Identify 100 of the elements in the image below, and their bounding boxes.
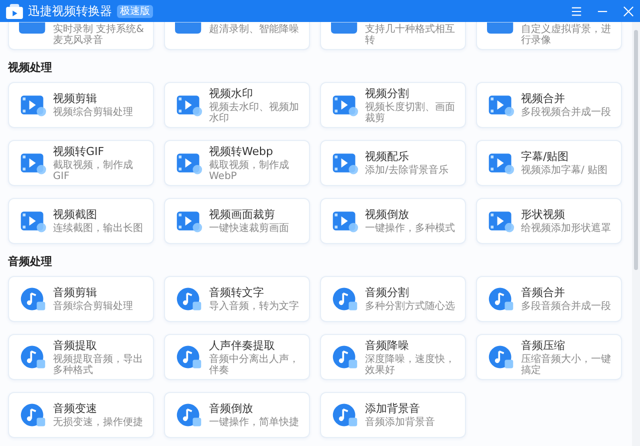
tool-card[interactable]: 音频提取 视频提取音频，导出多种格式 — [8, 334, 154, 380]
tool-description: 深度降噪，速度快，效果好 — [365, 354, 456, 376]
tool-title: 形状视频 — [521, 208, 566, 222]
tool-card[interactable]: 形状视频 给视频添加形状遮罩 — [476, 198, 622, 244]
tool-card[interactable]: 视频倒放 一键操作，多种模式 — [320, 198, 466, 244]
tool-description: 多种分割方式随心选 — [365, 301, 455, 312]
tool-title: 音频剪辑 — [53, 286, 98, 300]
tool-description: 音频添加背景音 — [365, 417, 435, 428]
tool-card[interactable]: 音频转文字 导入音频，转为文字 — [164, 276, 310, 322]
music-disc-icon — [175, 285, 203, 313]
tool-icon — [331, 22, 359, 34]
tool-card[interactable]: 视频转Webp 截取视频，制作成WebP — [164, 140, 310, 186]
tool-card[interactable]: 支持几十种格式相互转 — [320, 22, 466, 50]
tool-title: 字幕/贴图 — [521, 150, 570, 164]
tool-description: 一键快速裁剪画面 — [209, 223, 289, 234]
tool-card[interactable]: 视频合并 多段视频合并成一段 — [476, 82, 622, 128]
tool-description: 视频去水印、视频加水印 — [209, 102, 300, 124]
tool-description: 多段视频合并成一段 — [521, 107, 611, 118]
tool-title: 视频剪辑 — [53, 92, 98, 106]
tool-card[interactable]: 音频降噪 深度降噪，速度快，效果好 — [320, 334, 466, 380]
tool-card[interactable]: 添加背景音 音频添加背景音 — [320, 392, 466, 438]
tool-title: 视频转Webp — [209, 144, 274, 158]
tool-description: 视频长度切割、画面裁剪 — [365, 102, 456, 124]
tool-card[interactable]: 视频配乐 添加/去除背景音乐 — [320, 140, 466, 186]
section-heading: 视频处理 — [8, 60, 53, 76]
tool-card[interactable]: 自定义虚拟背景，进行录像 — [476, 22, 622, 50]
tool-title: 视频配乐 — [365, 150, 410, 164]
tool-card[interactable]: 字幕/贴图 视频添加字幕/ 贴图 — [476, 140, 622, 186]
tool-card[interactable]: 音频剪辑 音频综合剪辑处理 — [8, 276, 154, 322]
tool-card[interactable]: 视频剪辑 视频综合剪辑处理 — [8, 82, 154, 128]
window-title: 迅捷视频转换器 — [28, 2, 112, 20]
section-heading: 音频处理 — [8, 254, 53, 270]
scrollbar-thumb[interactable] — [634, 30, 638, 270]
scrollbar[interactable] — [632, 22, 640, 446]
tool-title: 视频转GIF — [53, 144, 106, 158]
tool-description: 视频提取音频，导出多种格式 — [53, 354, 144, 376]
tool-card[interactable]: 人声伴奏提取 音频中分离出人声，伴奏 — [164, 334, 310, 380]
tool-title: 视频倒放 — [365, 208, 410, 222]
tool-title: 音频分割 — [365, 286, 410, 300]
tool-description: 截取视频，制作成GIF — [53, 160, 134, 182]
close-icon[interactable] — [623, 6, 634, 16]
app-logo-icon — [6, 4, 23, 18]
music-disc-icon — [487, 285, 515, 313]
music-disc-icon — [19, 343, 47, 371]
tool-title: 音频降噪 — [365, 338, 410, 352]
music-disc-icon — [331, 343, 359, 371]
music-disc-icon — [19, 401, 47, 429]
tool-title: 音频变速 — [53, 402, 98, 416]
tool-title: 人声伴奏提取 — [209, 338, 276, 352]
music-disc-icon — [331, 285, 359, 313]
tool-description: 超清录制、智能降噪 — [209, 22, 299, 35]
tool-card[interactable]: 音频倒放 一键操作，简单快捷 — [164, 392, 310, 438]
music-disc-icon — [175, 401, 203, 429]
edition-badge: 极速版 — [117, 4, 153, 18]
tool-card[interactable]: 视频水印 视频去水印、视频加水印 — [164, 82, 310, 128]
tool-card[interactable]: 视频转GIF 截取视频，制作成GIF — [8, 140, 154, 186]
tool-description: 音频综合剪辑处理 — [53, 301, 133, 312]
tool-description: 压缩音频大小，一键搞定 — [521, 354, 612, 376]
tool-title: 视频分割 — [365, 86, 410, 100]
tool-description: 截取视频，制作成WebP — [209, 160, 290, 182]
tool-description: 添加/去除背景音乐 — [365, 165, 448, 176]
menu-icon[interactable] — [571, 6, 582, 16]
tool-description: 无损变速，操作便捷 — [53, 417, 143, 428]
tool-description: 连续截图，输出长图 — [53, 223, 143, 234]
tool-card[interactable]: 视频画面裁剪 一键快速裁剪画面 — [164, 198, 310, 244]
tool-title: 视频合并 — [521, 92, 566, 106]
tool-icon — [19, 22, 47, 34]
tool-description: 视频添加字幕/ 贴图 — [521, 165, 608, 176]
tool-card[interactable]: 视频分割 视频长度切割、画面裁剪 — [320, 82, 466, 128]
tool-description: 支持几十种格式相互转 — [365, 22, 456, 46]
tool-icon — [487, 22, 515, 34]
tool-title: 音频提取 — [53, 338, 98, 352]
tool-title: 视频水印 — [209, 86, 254, 100]
tool-description: 一键操作，多种模式 — [365, 223, 455, 234]
tool-description: 导入音频，转为文字 — [209, 301, 299, 312]
music-disc-icon — [331, 401, 359, 429]
tool-description: 多段音频合并成一段 — [521, 301, 611, 312]
tool-title: 视频截图 — [53, 208, 98, 222]
tool-description: 自定义虚拟背景，进行录像 — [521, 22, 612, 46]
tool-card[interactable]: 音频变速 无损变速，操作便捷 — [8, 392, 154, 438]
tool-title: 添加背景音 — [365, 402, 421, 416]
tool-title: 音频压缩 — [521, 338, 566, 352]
tool-icon — [175, 22, 203, 34]
tool-description: 一键操作，简单快捷 — [209, 417, 299, 428]
tool-title: 音频合并 — [521, 286, 566, 300]
tool-title: 音频转文字 — [209, 286, 265, 300]
tool-card[interactable]: 超清录制、智能降噪 — [164, 22, 310, 50]
music-disc-icon — [19, 285, 47, 313]
tool-title: 音频倒放 — [209, 402, 254, 416]
tool-card[interactable]: 音频分割 多种分割方式随心选 — [320, 276, 466, 322]
tool-description: 视频综合剪辑处理 — [53, 107, 133, 118]
tool-title: 视频画面裁剪 — [209, 208, 276, 222]
tool-card[interactable]: 音频合并 多段音频合并成一段 — [476, 276, 622, 322]
tool-card[interactable]: 音频压缩 压缩音频大小，一键搞定 — [476, 334, 622, 380]
tool-card[interactable]: 视频截图 连续截图，输出长图 — [8, 198, 154, 244]
tool-description: 音频中分离出人声，伴奏 — [209, 354, 300, 376]
tool-description: 实时录制 支持系统&麦克风录音 — [53, 22, 145, 46]
tool-card[interactable]: 实时录制 支持系统&麦克风录音 — [8, 22, 154, 50]
tool-description: 给视频添加形状遮罩 — [521, 223, 611, 234]
music-disc-icon — [487, 343, 515, 371]
